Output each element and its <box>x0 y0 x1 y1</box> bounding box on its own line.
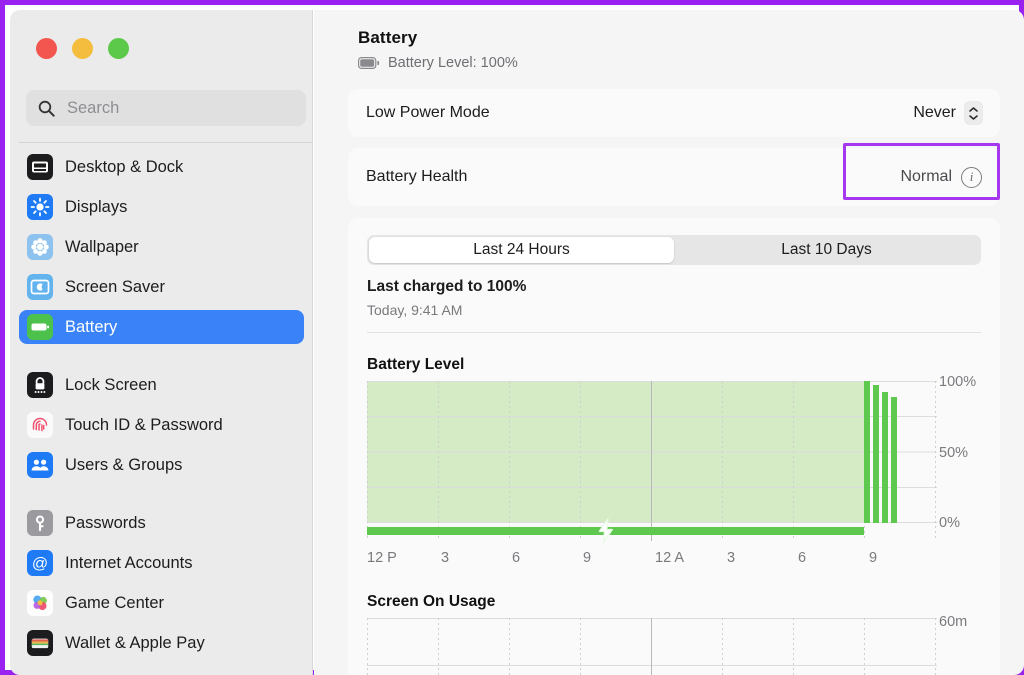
displays-icon <box>27 194 53 220</box>
sidebar-nav-list: Desktop & Dock Displays Wallpaper Screen… <box>10 150 312 666</box>
battery-chart-ytick-100: 100% <box>939 374 977 390</box>
sidebar-group-2: Lock Screen Touch ID & Password Users & … <box>10 368 312 482</box>
x-tick: 12 P <box>367 550 397 566</box>
screen-on-usage-plot <box>367 618 937 675</box>
sidebar-item-battery[interactable]: Battery <box>19 310 304 344</box>
passwords-key-icon <box>27 510 53 536</box>
sidebar-group-1: Desktop & Dock Displays Wallpaper Screen… <box>10 150 312 344</box>
battery-level-chart <box>367 381 937 541</box>
battery-level-row: Battery Level: 100% <box>358 55 518 71</box>
battery-chart-ytick-50: 50% <box>939 445 969 461</box>
battery-status-icon <box>358 57 380 69</box>
battery-health-row[interactable]: Battery Health Normal i <box>348 148 1000 206</box>
battery-header: Battery Battery Level: 100% <box>358 28 518 71</box>
low-power-mode-stepper[interactable] <box>965 102 982 124</box>
battery-level-text: Battery Level: 100% <box>388 55 518 71</box>
sidebar-group-3: Passwords @ Internet Accounts Game Cente… <box>10 506 312 660</box>
x-tick: 6 <box>512 550 521 566</box>
sidebar-item-wallpaper[interactable]: Wallpaper <box>19 230 304 264</box>
close-window-button[interactable] <box>36 38 57 59</box>
search-input[interactable]: Search <box>26 90 306 126</box>
info-icon[interactable]: i <box>961 166 982 188</box>
x-tick: 9 <box>869 550 878 566</box>
screen-on-usage-chart-title: Screen On Usage <box>367 593 496 610</box>
touch-id-icon <box>27 412 53 438</box>
battery-chart-x-axis: 12 P 3 6 9 12 A 3 6 9 <box>367 550 967 570</box>
tab-last-24-hours[interactable]: Last 24 Hours <box>369 237 674 263</box>
sidebar-item-touch-id[interactable]: Touch ID & Password <box>19 408 304 442</box>
battery-level-plot <box>367 381 937 541</box>
sidebar-item-label: Lock Screen <box>65 375 157 394</box>
screen-saver-icon <box>27 274 53 300</box>
x-tick: 12 A <box>655 550 685 566</box>
x-tick: 9 <box>583 550 592 566</box>
last-charged-label: Last charged to 100% <box>367 278 527 295</box>
sidebar-item-label: Wallpaper <box>65 237 139 256</box>
sidebar-item-label: Screen Saver <box>65 277 165 296</box>
sidebar-item-lock-screen[interactable]: Lock Screen <box>19 368 304 402</box>
low-power-mode-label: Low Power Mode <box>366 104 490 121</box>
battery-health-control[interactable]: Normal i <box>900 166 982 188</box>
wallpaper-icon <box>27 234 53 260</box>
main-content: Battery Battery Level: 100% Low Power Mo… <box>314 10 1024 675</box>
window-traffic-lights <box>36 38 129 59</box>
page-title: Battery <box>358 28 418 47</box>
sidebar-item-label: Users & Groups <box>65 455 183 474</box>
low-power-mode-value: Never <box>913 104 956 121</box>
search-placeholder: Search <box>67 98 120 117</box>
zoom-window-button[interactable] <box>108 38 129 59</box>
sidebar-item-internet-accounts[interactable]: @ Internet Accounts <box>19 546 304 580</box>
x-tick: 3 <box>727 550 736 566</box>
lock-screen-icon <box>27 372 53 398</box>
game-center-icon <box>27 590 53 616</box>
x-tick: 3 <box>441 550 450 566</box>
tab-last-10-days[interactable]: Last 10 Days <box>674 237 979 263</box>
sidebar-item-label: Game Center <box>65 593 165 612</box>
chevron-down-icon <box>969 114 978 120</box>
sidebar-item-passwords[interactable]: Passwords <box>19 506 304 540</box>
wallet-apple-pay-icon <box>27 630 53 656</box>
battery-health-label: Battery Health <box>366 168 468 185</box>
users-groups-icon <box>27 452 53 478</box>
sidebar-item-displays[interactable]: Displays <box>19 190 304 224</box>
sidebar-divider <box>19 142 312 143</box>
sidebar-item-label: Internet Accounts <box>65 553 193 572</box>
search-icon <box>38 100 55 117</box>
sidebar-item-desktop-dock[interactable]: Desktop & Dock <box>19 150 304 184</box>
desktop-dock-icon <box>27 154 53 180</box>
charging-period-bar <box>367 518 937 544</box>
sidebar-item-users-groups[interactable]: Users & Groups <box>19 448 304 482</box>
low-power-mode-control[interactable]: Never <box>913 102 982 124</box>
chevron-up-icon <box>969 106 978 112</box>
battery-level-chart-title: Battery Level <box>367 356 465 373</box>
battery-usage-card: Last 24 Hours Last 10 Days Last charged … <box>348 218 1000 675</box>
x-tick: 6 <box>798 550 807 566</box>
sidebar: Search Desktop & Dock Displays Wallpaper… <box>10 10 313 675</box>
sidebar-item-label: Passwords <box>65 513 146 532</box>
sidebar-item-label: Touch ID & Password <box>65 415 223 434</box>
battery-health-value: Normal <box>900 168 952 185</box>
lightning-bolt-icon <box>598 518 613 544</box>
internet-accounts-icon: @ <box>27 550 53 576</box>
sidebar-item-label: Displays <box>65 197 128 216</box>
sidebar-item-screen-saver[interactable]: Screen Saver <box>19 270 304 304</box>
low-power-mode-row[interactable]: Low Power Mode Never <box>348 89 1000 137</box>
usage-range-tabs[interactable]: Last 24 Hours Last 10 Days <box>367 235 981 265</box>
settings-window: Search Desktop & Dock Displays Wallpaper… <box>0 0 1024 675</box>
sidebar-item-label: Desktop & Dock <box>65 157 184 176</box>
battery-chart-ytick-0: 0% <box>939 515 960 531</box>
screen-chart-ytick-60: 60m <box>939 614 968 630</box>
sidebar-item-game-center[interactable]: Game Center <box>19 586 304 620</box>
sidebar-item-wallet-apple-pay[interactable]: Wallet & Apple Pay <box>19 626 304 660</box>
sidebar-item-label: Battery <box>65 317 118 336</box>
last-charged-time: Today, 9:41 AM <box>367 302 463 318</box>
svg-text:@: @ <box>32 556 48 573</box>
sidebar-item-label: Wallet & Apple Pay <box>65 633 205 652</box>
screen-on-usage-chart <box>367 618 937 675</box>
battery-icon <box>27 314 53 340</box>
minimize-window-button[interactable] <box>72 38 93 59</box>
card-divider <box>367 332 981 333</box>
